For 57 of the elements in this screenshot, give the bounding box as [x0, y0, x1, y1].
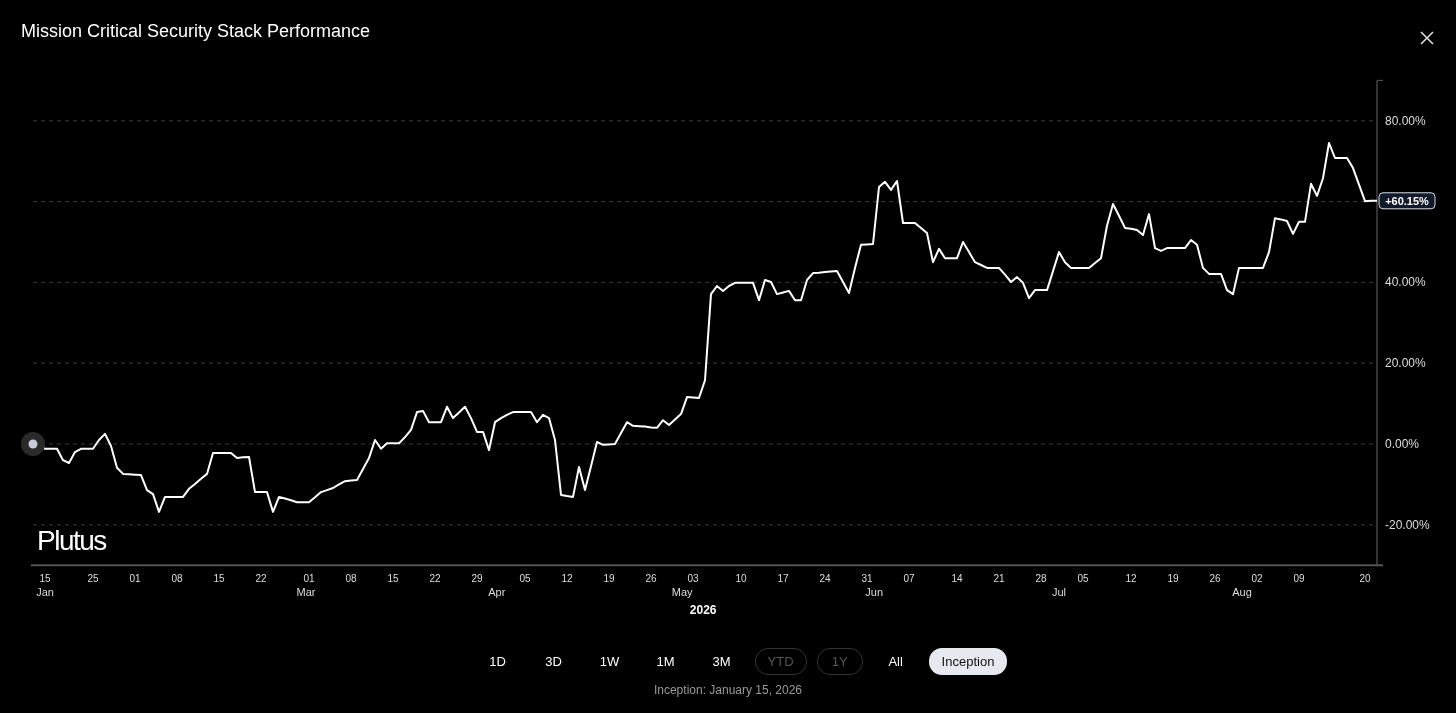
- x-tick-label: 21: [993, 573, 1005, 584]
- x-tick-label: 15: [387, 573, 399, 584]
- window-title: Mission Critical Security Stack Performance: [21, 21, 371, 42]
- x-tick-label: 22: [429, 573, 441, 584]
- x-tick-label: 15: [213, 573, 225, 584]
- month-label: Mar: [296, 586, 316, 598]
- x-tick-label: 24: [819, 573, 831, 584]
- x-tick-label: 31: [861, 573, 873, 584]
- x-tick-label: 01: [303, 573, 315, 584]
- month-label: Jun: [865, 586, 884, 598]
- x-tick-label: 28: [1035, 573, 1047, 584]
- range-tab[interactable]: 1D: [474, 648, 521, 675]
- range-tab[interactable]: 3M: [698, 648, 745, 675]
- x-tick-label: 08: [345, 573, 357, 584]
- current-value-badge: +60.15%: [1378, 192, 1436, 210]
- range-tab[interactable]: 1W: [586, 648, 633, 675]
- x-tick-label: 12: [561, 573, 573, 584]
- x-tick-label: 12: [1125, 573, 1137, 584]
- month-label: Aug: [1232, 586, 1252, 598]
- x-tick-label: 01: [129, 573, 141, 584]
- x-tick-label: 05: [519, 573, 531, 584]
- month-label: Jul: [1051, 586, 1067, 598]
- x-tick-label: 07: [903, 573, 915, 584]
- x-axis-title: 2026: [689, 603, 717, 617]
- y-tick-label: 0.00%: [1385, 437, 1420, 451]
- range-tab[interactable]: 1M: [642, 648, 689, 675]
- close-icon[interactable]: [1420, 31, 1434, 45]
- range-tab[interactable]: All: [872, 648, 919, 675]
- x-tick-label: 25: [87, 573, 99, 584]
- inception-note: Inception: January 15, 2026: [653, 683, 803, 697]
- y-tick-label: -20.00%: [1385, 517, 1430, 532]
- x-tick-label: 29: [471, 573, 483, 584]
- x-tick-label: 26: [645, 573, 657, 584]
- month-label: Apr: [488, 586, 506, 598]
- range-tab[interactable]: Inception: [928, 648, 1008, 675]
- x-tick-label: 02: [1251, 573, 1263, 584]
- x-tick-label: 14: [951, 573, 963, 584]
- x-tick-label: 22: [255, 573, 267, 584]
- y-tick-label: 80.00%: [1385, 113, 1426, 128]
- range-tab[interactable]: 3D: [530, 648, 577, 675]
- y-tick-label: 40.00%: [1385, 275, 1426, 290]
- x-tick-label: 15: [39, 573, 51, 584]
- x-tick-label: 08: [171, 573, 183, 584]
- x-tick-label: 10: [735, 573, 747, 584]
- x-tick-label: 26: [1209, 573, 1221, 584]
- x-tick-label: 19: [603, 573, 615, 584]
- x-tick-label: 20: [1359, 573, 1371, 584]
- x-tick-label: 17: [777, 573, 789, 584]
- x-tick-label: 05: [1077, 573, 1089, 584]
- x-tick-label: 19: [1167, 573, 1179, 584]
- month-label: Jan: [36, 586, 54, 598]
- brand-watermark: Plutus: [37, 525, 106, 556]
- month-label: May: [671, 586, 693, 598]
- x-tick-label: 03: [687, 573, 699, 584]
- start-marker-icon: [21, 432, 45, 456]
- y-tick-label: 20.00%: [1385, 356, 1426, 371]
- x-tick-label: 09: [1293, 573, 1305, 584]
